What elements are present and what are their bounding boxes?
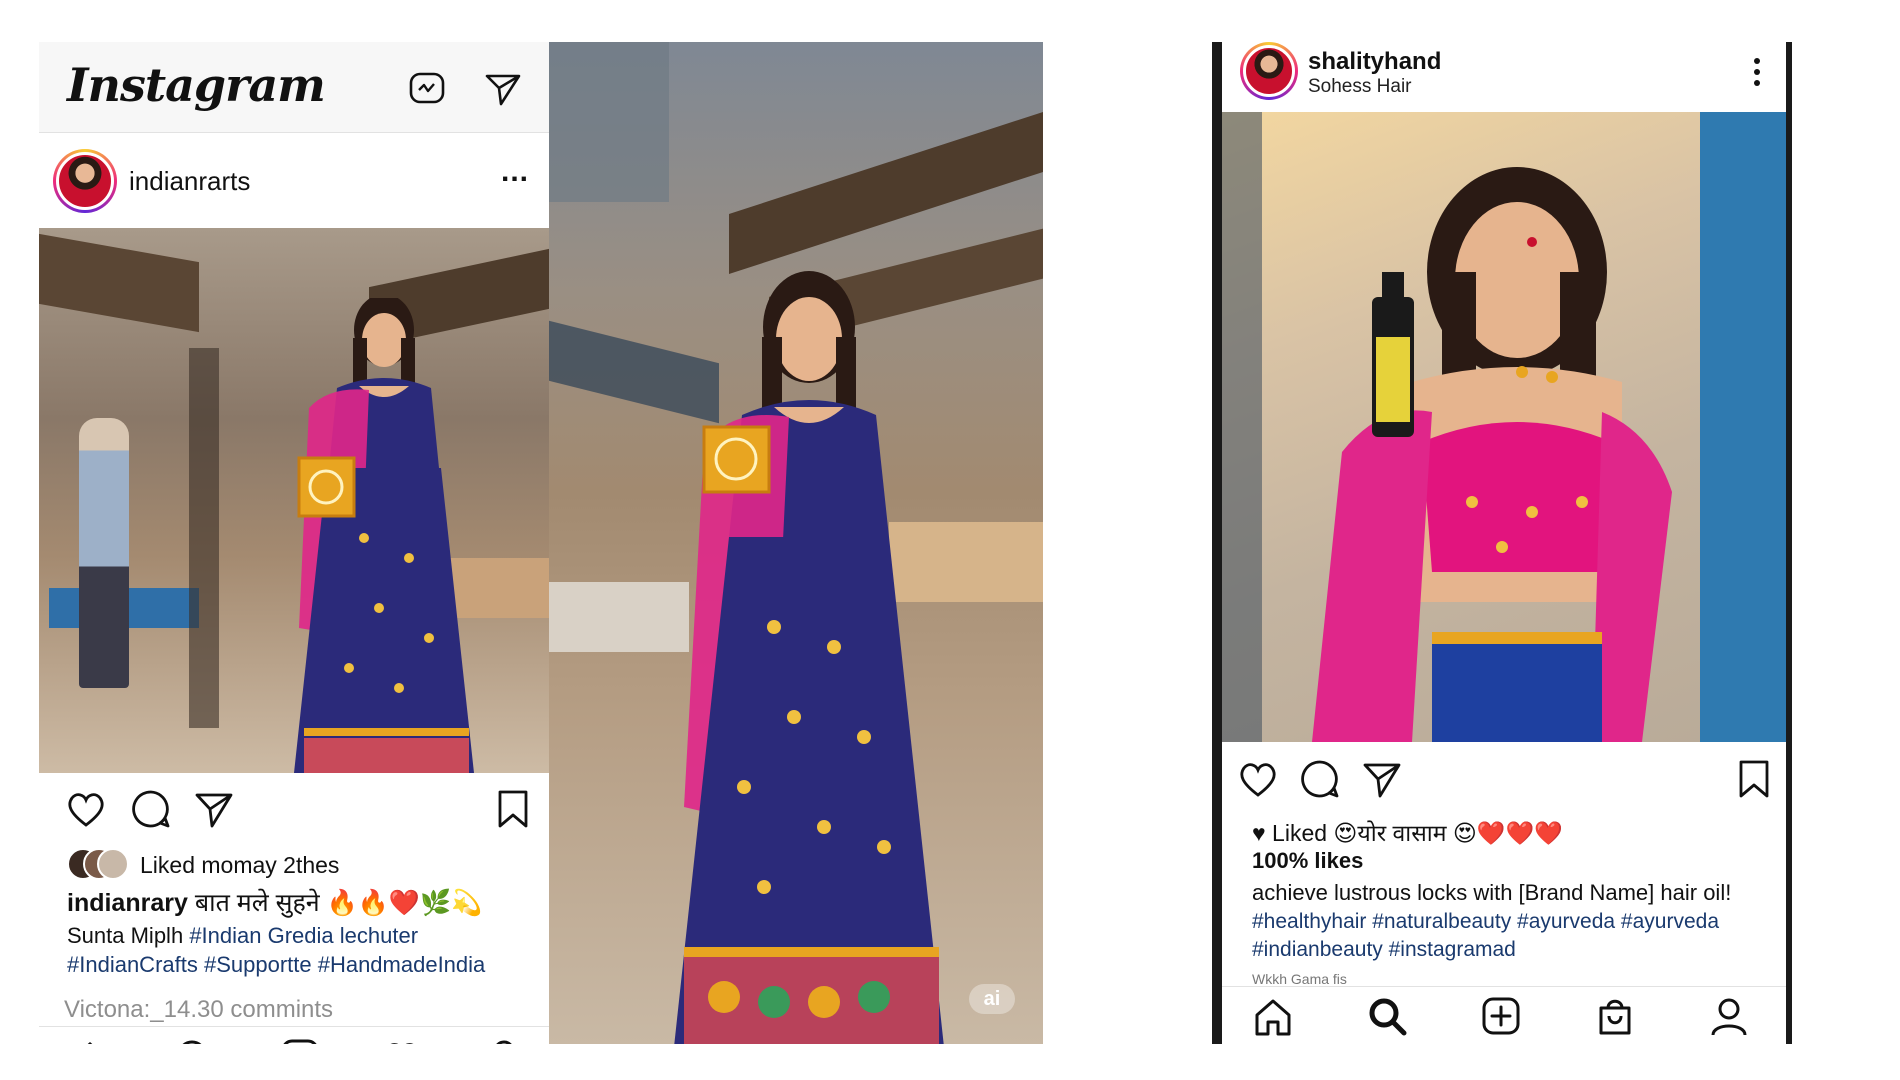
add-post-icon[interactable]: [279, 1037, 321, 1044]
avatar[interactable]: [53, 149, 117, 213]
hashtags-line-1[interactable]: #healthyhair #naturalbeauty #ayurveda #a…: [1252, 907, 1719, 936]
comment-icon[interactable]: [1298, 757, 1342, 801]
liked-by-line: ♥ Liked 😍योर वासाम 😍❤️❤️❤️: [1252, 816, 1563, 848]
bottom-nav: [1222, 986, 1786, 1044]
right-phone-screen: shalityhand Sohess Hair ♥ Liked 😍योर वास…: [1212, 42, 1792, 1044]
caption-line-1: achieve lustrous locks with [Brand Name]…: [1252, 880, 1732, 905]
activity-heart-icon[interactable]: [381, 1037, 423, 1044]
post-photo[interactable]: [39, 228, 549, 773]
hashtags-line-2[interactable]: #indianbeauty #instagramad: [1252, 935, 1516, 964]
post-username[interactable]: indianrarts: [129, 166, 250, 197]
like-heart-icon[interactable]: [1236, 757, 1280, 801]
caption-line-2: Sunta Miplh #Indian Gredia lechuter: [67, 921, 418, 950]
background-person: [79, 418, 129, 688]
search-icon[interactable]: [174, 1037, 216, 1044]
ai-watermark: ai: [969, 984, 1015, 1014]
add-post-icon[interactable]: [1480, 995, 1522, 1037]
bookmark-icon[interactable]: [1732, 757, 1776, 801]
woman-figure: [1312, 167, 1672, 742]
like-heart-icon[interactable]: [64, 787, 108, 831]
caption-text: बात मले सुहने 🔥🔥❤️🌿💫: [194, 889, 483, 917]
liked-by-text[interactable]: Liked 😍योर वासाम 😍❤️❤️❤️: [1272, 820, 1563, 846]
home-icon[interactable]: [69, 1037, 111, 1044]
post-subtitle[interactable]: Sohess Hair: [1308, 76, 1412, 98]
hashtag-link[interactable]: #Indian Gredia lechuter: [189, 923, 418, 948]
woman-figure: [674, 271, 944, 1044]
share-icon[interactable]: [192, 787, 236, 831]
reels-icon[interactable]: [407, 68, 447, 108]
search-icon[interactable]: [1366, 995, 1408, 1037]
post-username[interactable]: shalityhand: [1308, 48, 1441, 76]
bottom-nav: [39, 1026, 549, 1044]
send-icon[interactable]: [483, 68, 523, 108]
cut-off-text: Wkkh Gama fis: [1252, 971, 1347, 987]
liked-by-text[interactable]: Liked momay 2thes: [140, 852, 339, 879]
more-options-icon[interactable]: [1752, 58, 1762, 91]
phone-frame-right: [1786, 42, 1792, 1044]
comment-icon[interactable]: [129, 787, 173, 831]
caption-username[interactable]: indianrary: [67, 889, 188, 917]
caption-text: Sunta Miplh: [67, 923, 184, 948]
left-phone-screen: Instagram indianrarts ... Liked momay 2t…: [39, 42, 549, 1044]
more-options-icon[interactable]: ...: [501, 155, 529, 189]
hashtags-line[interactable]: #IndianCrafts #Supportte #HandmadeIndia: [67, 950, 485, 979]
home-icon[interactable]: [1252, 995, 1294, 1037]
liked-by-avatars[interactable]: [67, 848, 131, 882]
post-header: indianrarts ...: [39, 133, 549, 228]
shop-bag-icon[interactable]: [1594, 995, 1636, 1037]
middle-photo: ai: [549, 42, 1043, 1044]
woman-figure: [294, 298, 474, 773]
profile-icon[interactable]: [1708, 995, 1750, 1037]
liked-heart-icon: ♥: [1252, 820, 1266, 846]
instagram-logo: Instagram: [67, 58, 326, 112]
avatar[interactable]: [1240, 42, 1298, 100]
share-icon[interactable]: [1360, 757, 1404, 801]
app-header: Instagram: [39, 42, 549, 133]
profile-icon[interactable]: [483, 1037, 525, 1044]
phone-frame-left: [1212, 42, 1222, 1044]
post-photo[interactable]: [1222, 112, 1786, 742]
caption-line-1: indianrary बात मले सुहने 🔥🔥❤️🌿💫: [67, 889, 482, 918]
likes-count[interactable]: 100% likes: [1252, 848, 1363, 874]
post-header: shalityhand Sohess Hair: [1222, 42, 1786, 112]
bookmark-icon[interactable]: [491, 787, 535, 831]
